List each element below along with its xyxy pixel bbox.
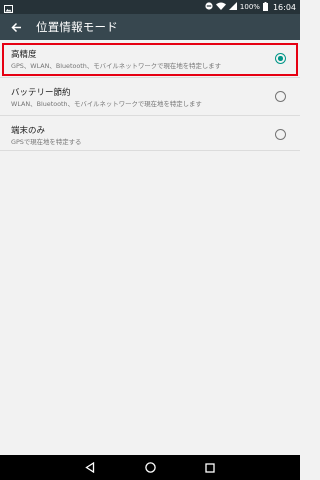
option-subtitle: GPSで現在地を特定する (11, 138, 82, 146)
arrow-back-icon (10, 18, 22, 37)
option-title: バッテリー節約 (11, 88, 71, 98)
location-mode-list: 高精度 GPS、WLAN、Bluetooth、モバイルネットワークで現在地を特定… (0, 40, 300, 153)
signal-icon (228, 2, 237, 12)
home-circle-icon (144, 458, 156, 477)
option-high-accuracy[interactable]: 高精度 GPS、WLAN、Bluetooth、モバイルネットワークで現在地を特定… (0, 40, 300, 77)
status-bar: 100% 16:04 (0, 0, 300, 14)
navigation-bar (0, 455, 300, 480)
option-battery-saving[interactable]: バッテリー節約 WLAN、Bluetooth、モバイルネットワークで現在地を特定… (0, 78, 300, 115)
option-device-only[interactable]: 端末のみ GPSで現在地を特定する (0, 116, 300, 153)
battery-percent: 100% (239, 3, 260, 11)
option-subtitle: GPS、WLAN、Bluetooth、モバイルネットワークで現在地を特定します (11, 62, 222, 70)
radio-button[interactable] (275, 91, 286, 102)
nav-recents-button[interactable] (200, 458, 220, 478)
page-title: 位置情報モード (36, 20, 118, 34)
nav-back-button[interactable] (80, 458, 100, 478)
do-not-disturb-icon (205, 2, 213, 12)
option-title: 高精度 (11, 50, 37, 60)
divider (0, 150, 300, 151)
back-button[interactable] (0, 14, 32, 40)
radio-button-selected[interactable] (275, 53, 286, 64)
back-triangle-icon (85, 458, 95, 477)
clock: 16:04 (272, 2, 296, 12)
app-bar: 位置情報モード (0, 14, 300, 40)
radio-button[interactable] (275, 129, 286, 140)
wifi-icon (215, 2, 226, 12)
option-subtitle: WLAN、Bluetooth、モバイルネットワークで現在地を特定します (11, 100, 202, 108)
battery-icon (262, 1, 268, 13)
nav-home-button[interactable] (140, 458, 160, 478)
recents-square-icon (205, 458, 215, 477)
option-title: 端末のみ (11, 126, 46, 136)
